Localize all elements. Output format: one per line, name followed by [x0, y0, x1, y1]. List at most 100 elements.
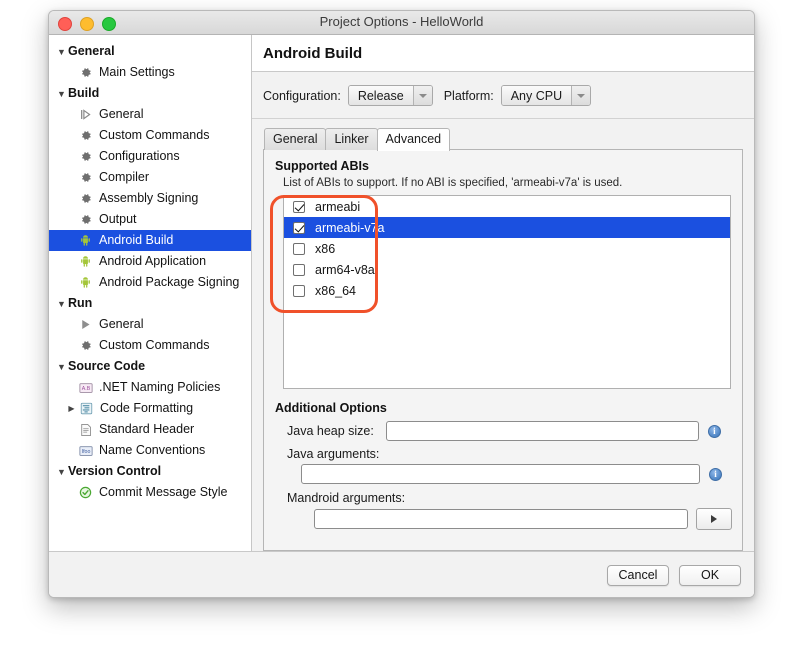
sidebar-item-label: Build	[68, 87, 99, 100]
tabs-container: General Linker Advanced Supported ABIs L…	[252, 119, 754, 551]
mandroid-arguments-label: Mandroid arguments:	[287, 491, 405, 505]
tab-general[interactable]: General	[264, 128, 326, 150]
svg-text:A.B: A.B	[81, 386, 90, 392]
chevron-right-icon[interactable]: ▶	[65, 404, 78, 413]
sidebar-item-label: General	[68, 45, 115, 58]
gear-icon	[77, 170, 94, 185]
chevron-down-icon[interactable]: ▼	[55, 362, 68, 372]
list-item[interactable]: armeabi-v7a	[284, 217, 730, 238]
supported-abis-list[interactable]: armeabi armeabi-v7a x86	[283, 195, 731, 389]
sidebar-item-net-naming-policies[interactable]: A.B .NET Naming Policies	[49, 377, 251, 398]
tab-advanced[interactable]: Advanced	[377, 128, 451, 151]
sidebar-item-label: Run	[68, 297, 92, 310]
supported-abis-title: Supported ABIs	[275, 159, 732, 173]
sidebar-item-run-custom-commands[interactable]: Custom Commands	[49, 335, 251, 356]
list-item[interactable]: armeabi	[284, 196, 730, 217]
sidebar-group-general[interactable]: ▼ General	[49, 41, 251, 62]
configuration-toolbar: Configuration: Release Platform: Any CPU	[252, 72, 754, 119]
sidebar-item-label: General	[99, 318, 143, 331]
play-outline-icon	[77, 107, 94, 122]
ab-badge-icon: A.B	[77, 380, 94, 395]
chevron-down-icon[interactable]: ▼	[55, 47, 68, 57]
sidebar-item-name-conventions[interactable]: Ifoo Name Conventions	[49, 440, 251, 461]
sidebar-item-standard-header[interactable]: Standard Header	[49, 419, 251, 440]
sidebar-item-compiler[interactable]: Compiler	[49, 167, 251, 188]
sidebar-group-build[interactable]: ▼ Build	[49, 83, 251, 104]
sidebar-group-source-code[interactable]: ▼ Source Code	[49, 356, 251, 377]
sidebar-item-android-package-signing[interactable]: Android Package Signing	[49, 272, 251, 293]
window-titlebar[interactable]: Project Options - HelloWorld	[49, 11, 754, 35]
settings-sidebar[interactable]: ▼ General Main Settings ▼ Build	[49, 35, 252, 551]
gear-icon	[77, 128, 94, 143]
supported-abis-description: List of ABIs to support. If no ABI is sp…	[283, 177, 732, 189]
window-title: Project Options - HelloWorld	[49, 14, 754, 29]
tab-linker[interactable]: Linker	[325, 128, 377, 150]
android-icon	[77, 233, 94, 248]
list-item-label: armeabi	[315, 200, 360, 214]
java-arguments-input[interactable]	[301, 464, 700, 484]
java-arguments-label-row: Java arguments:	[274, 447, 732, 461]
sidebar-item-android-build[interactable]: Android Build	[49, 230, 251, 251]
java-arguments-row: i	[274, 464, 732, 484]
play-arrow-icon	[711, 515, 717, 523]
sidebar-item-build-custom-commands[interactable]: Custom Commands	[49, 125, 251, 146]
android-icon	[77, 254, 94, 269]
chevron-down-icon[interactable]	[571, 86, 590, 105]
sidebar-item-configurations[interactable]: Configurations	[49, 146, 251, 167]
chevron-down-icon[interactable]: ▼	[55, 467, 68, 477]
list-item[interactable]: x86_64	[284, 280, 730, 301]
sidebar-item-android-application[interactable]: Android Application	[49, 251, 251, 272]
sidebar-item-output[interactable]: Output	[49, 209, 251, 230]
chevron-down-icon[interactable]: ▼	[55, 299, 68, 309]
green-check-icon	[77, 485, 94, 500]
project-options-window: Project Options - HelloWorld ▼ General M…	[48, 10, 755, 598]
configuration-dropdown[interactable]: Release	[348, 85, 433, 106]
mandroid-run-button[interactable]	[696, 508, 732, 530]
svg-text:Ifoo: Ifoo	[81, 449, 90, 455]
platform-value: Any CPU	[502, 86, 571, 105]
checkbox-x86-64[interactable]	[293, 285, 305, 297]
window-body: ▼ General Main Settings ▼ Build	[49, 35, 754, 598]
sidebar-item-build-general[interactable]: General	[49, 104, 251, 125]
info-icon[interactable]: i	[709, 468, 722, 481]
sidebar-item-label: Main Settings	[99, 66, 175, 79]
checkbox-x86[interactable]	[293, 243, 305, 255]
additional-options-section: Additional Options Java heap size: i Jav…	[274, 401, 732, 532]
sidebar-item-commit-message-style[interactable]: Commit Message Style	[49, 482, 251, 503]
info-icon[interactable]: i	[708, 425, 721, 438]
sidebar-item-label: General	[99, 108, 143, 121]
ok-button[interactable]: OK	[679, 565, 741, 586]
cancel-button[interactable]: Cancel	[607, 565, 669, 586]
configuration-value: Release	[349, 86, 413, 105]
list-item[interactable]: arm64-v8a	[284, 259, 730, 280]
sidebar-item-run-general[interactable]: General	[49, 314, 251, 335]
sidebar-item-label: Configurations	[99, 150, 180, 163]
sidebar-item-label: Commit Message Style	[99, 486, 228, 499]
screenshot-root: Project Options - HelloWorld ▼ General M…	[0, 0, 800, 667]
page-title: Android Build	[263, 45, 362, 62]
chevron-down-icon[interactable]	[413, 86, 432, 105]
gear-icon	[77, 65, 94, 80]
mandroid-arguments-input[interactable]	[314, 509, 688, 529]
sidebar-item-label: Android Application	[99, 255, 206, 268]
checkbox-armeabi-v7a[interactable]	[293, 222, 305, 234]
chevron-down-icon[interactable]: ▼	[55, 89, 68, 99]
sidebar-group-run[interactable]: ▼ Run	[49, 293, 251, 314]
platform-dropdown[interactable]: Any CPU	[501, 85, 591, 106]
advanced-tab-panel: Supported ABIs List of ABIs to support. …	[263, 149, 743, 551]
java-heap-size-input[interactable]	[386, 421, 699, 441]
checkbox-arm64-v8a[interactable]	[293, 264, 305, 276]
sidebar-item-label: Android Build	[99, 234, 173, 247]
sidebar-item-code-formatting[interactable]: ▶ Code Formatting	[49, 398, 251, 419]
document-icon	[77, 422, 94, 437]
sidebar-item-label: .NET Naming Policies	[99, 381, 220, 394]
checkbox-armeabi[interactable]	[293, 201, 305, 213]
mandroid-arguments-label-row: Mandroid arguments:	[274, 491, 732, 505]
list-item[interactable]: x86	[284, 238, 730, 259]
sidebar-item-main-settings[interactable]: Main Settings	[49, 62, 251, 83]
sidebar-item-label: Output	[99, 213, 137, 226]
sidebar-item-assembly-signing[interactable]: Assembly Signing	[49, 188, 251, 209]
sidebar-item-label: Source Code	[68, 360, 145, 373]
sidebar-group-version-control[interactable]: ▼ Version Control	[49, 461, 251, 482]
java-arguments-label: Java arguments:	[287, 447, 379, 461]
